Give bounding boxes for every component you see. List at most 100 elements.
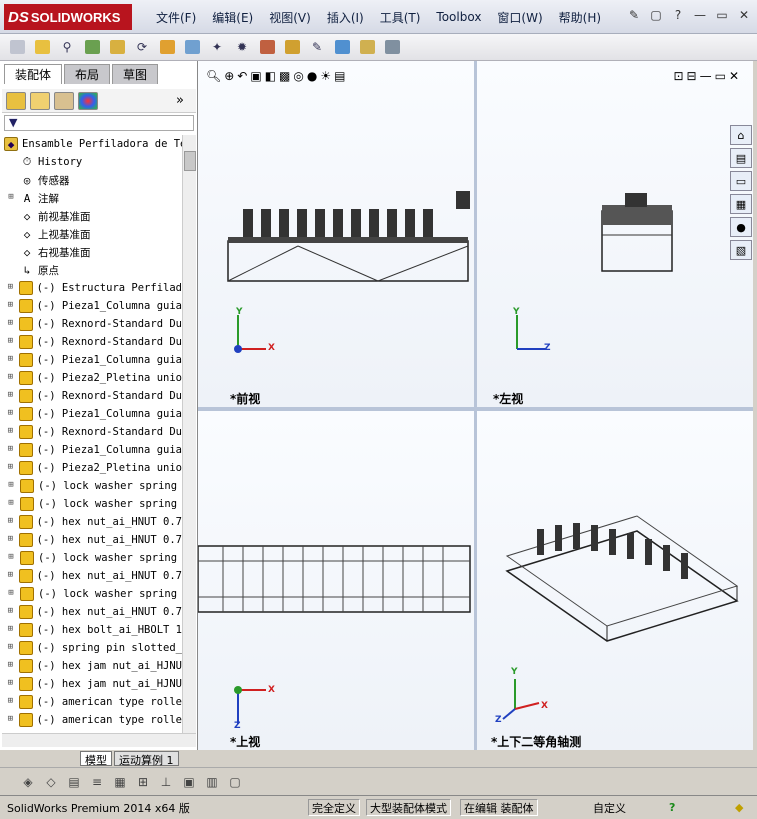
zoom-to-fit-icon[interactable]: 🔍︎	[206, 69, 221, 83]
tree-filter[interactable]: ▼	[4, 115, 194, 131]
expand-toggle[interactable]: ⊞	[6, 697, 15, 707]
tree-item[interactable]: ◎ 传感器	[0, 171, 182, 189]
custom-properties-icon[interactable]: ▧	[730, 240, 752, 260]
menu-help[interactable]: 帮助(H)	[551, 9, 609, 26]
file-explorer-icon[interactable]: ▭	[730, 171, 752, 191]
tab-model[interactable]: 模型	[80, 751, 112, 767]
table-icon[interactable]: ▥	[202, 772, 222, 792]
menu-file[interactable]: 文件(F)	[148, 9, 204, 26]
rebuild-icon[interactable]: ◆	[732, 799, 746, 816]
expand-toggle[interactable]: ⊞	[6, 319, 15, 329]
save-icon[interactable]: ▢	[225, 772, 245, 792]
linear-pattern-icon[interactable]	[81, 37, 103, 57]
tree-item[interactable]: ⊞ (-) hex jam nut_ai_HJNU	[0, 675, 182, 693]
home-icon[interactable]: ⌂	[730, 125, 752, 145]
bill-of-materials-icon[interactable]	[256, 37, 278, 57]
expand-toggle[interactable]: ⊞	[6, 607, 15, 617]
menu-window[interactable]: 窗口(W)	[489, 9, 550, 26]
menu-view[interactable]: 视图(V)	[261, 9, 319, 26]
tree-item[interactable]: ⊞ (-) lock washer spring	[0, 585, 182, 603]
shaded-icon[interactable]: ◈	[18, 772, 38, 792]
new-motion-study-icon[interactable]: ✹	[231, 37, 253, 57]
grid-icon[interactable]: ▦	[110, 772, 130, 792]
tree-item[interactable]: ⊞ (-) hex nut_ai_HNUT 0.7	[0, 603, 182, 621]
explode-line-sketch-icon[interactable]: ✎	[306, 37, 328, 57]
interference-detection-icon[interactable]	[331, 37, 353, 57]
tab-assembly[interactable]: 装配体	[4, 64, 63, 84]
cube-icon[interactable]: ▣	[179, 772, 199, 792]
expand-toggle[interactable]: ⊞	[6, 445, 15, 455]
new-document-icon[interactable]: ▢	[647, 6, 665, 24]
expand-toggle[interactable]: ⊞	[6, 355, 15, 365]
expand-toggle[interactable]: ⊞	[6, 301, 15, 311]
expand-toggle[interactable]: ⊞	[6, 517, 15, 527]
tree-horizontal-scrollbar[interactable]	[2, 733, 196, 747]
assembly-features-icon[interactable]	[181, 37, 203, 57]
tree-item[interactable]: ⊞ (-) spring pin slotted_	[0, 639, 182, 657]
tree-item[interactable]: ⊞ (-) Rexnord-Standard Du	[0, 315, 182, 333]
tree-item[interactable]: ⊞ (-) Estructura Perfilad	[0, 279, 182, 297]
exploded-view-icon[interactable]	[281, 37, 303, 57]
tree-item[interactable]: ↳ 原点	[0, 261, 182, 279]
pin-icon[interactable]: ✎	[625, 6, 643, 24]
display-style-icon[interactable]: ▩	[279, 69, 290, 83]
move-component-icon[interactable]: ⟳	[131, 37, 153, 57]
scrollbar-thumb[interactable]	[184, 151, 196, 171]
edit-component-icon[interactable]	[6, 37, 28, 57]
feature-tree-icon[interactable]	[6, 91, 26, 110]
insert-component-icon[interactable]	[31, 37, 53, 57]
section-view-icon[interactable]: ▣	[250, 69, 261, 83]
view-orientation-icon[interactable]: ◧	[265, 69, 276, 83]
expand-toggle[interactable]: ⊞	[6, 661, 15, 671]
pane-minimize-icon[interactable]: —	[700, 69, 712, 83]
pane-link-icon[interactable]: ⊡	[673, 69, 683, 83]
hide-show-icon[interactable]: ◎	[293, 69, 303, 83]
tree-root[interactable]: ◆ Ensamble Perfiladora de Te	[0, 135, 182, 153]
design-library-icon[interactable]: ▤	[730, 148, 752, 168]
solidworks-logo[interactable]: DS SOLIDWORKS	[4, 4, 132, 30]
tree-item[interactable]: ⊞ (-) hex jam nut_ai_HJNU	[0, 657, 182, 675]
tree-item[interactable]: ⊞ (-) lock washer spring	[0, 495, 182, 513]
tree-item[interactable]: ⊞ (-) Pieza2_Pletina unio	[0, 369, 182, 387]
tree-item[interactable]: ⊞ (-) Pieza1_Columna guia	[0, 441, 182, 459]
tab-sketch[interactable]: 草图	[112, 64, 159, 84]
view-settings-icon[interactable]: ▤	[334, 69, 345, 83]
menu-edit[interactable]: 编辑(E)	[204, 9, 261, 26]
isometric-view-pane[interactable]: Y X Z *上下二等角轴测	[477, 411, 753, 750]
tree-item[interactable]: ⊞ (-) Pieza1_Columna guia	[0, 297, 182, 315]
top-view-pane[interactable]: X Z *上视	[198, 411, 474, 750]
tree-item[interactable]: ◇ 右视基准面	[0, 243, 182, 261]
help-icon[interactable]: ?	[669, 6, 687, 24]
view-palette-icon[interactable]: ▦	[730, 194, 752, 214]
left-view-pane[interactable]: ⊡ ⊟ — ▭ ✕ Y Z *左视	[477, 61, 753, 407]
tree-item[interactable]: ⊞ (-) hex nut_ai_HNUT 0.7	[0, 531, 182, 549]
tab-motion-study[interactable]: 运动算例 1	[114, 751, 179, 767]
graphics-area[interactable]: 🔍︎ ⊕ ↶ ▣ ◧ ▩ ◎ ● ☀ ▤ Y X *前视 ⊡ ⊟ — ▭ ✕ Y…	[198, 61, 753, 750]
restore-button[interactable]: ▭	[713, 6, 731, 24]
clearance-verification-icon[interactable]	[356, 37, 378, 57]
appearances-icon[interactable]: ●	[730, 217, 752, 237]
previous-view-icon[interactable]: ↶	[237, 69, 247, 83]
wireframe-icon[interactable]: ◇	[41, 772, 61, 792]
vertical-splitter[interactable]	[474, 61, 477, 750]
tree-vertical-scrollbar[interactable]	[182, 135, 196, 735]
expand-toggle[interactable]: ⊞	[6, 373, 15, 383]
zoom-area-icon[interactable]: ⊕	[224, 69, 234, 83]
status-large-assembly[interactable]: 大型装配体模式	[366, 799, 451, 816]
tree-item[interactable]: ⊞ A 注解	[0, 189, 182, 207]
tree-item[interactable]: ◇ 上视基准面	[0, 225, 182, 243]
status-units[interactable]: 自定义	[590, 799, 629, 816]
expand-toggle[interactable]: ⊞	[6, 193, 16, 203]
instant3d-icon[interactable]	[381, 37, 403, 57]
pane-restore-icon[interactable]: ▭	[715, 69, 726, 83]
tree-item[interactable]: ⊞ (-) Rexnord-Standard Du	[0, 333, 182, 351]
tree-item[interactable]: ⊞ (-) Pieza1_Columna guia	[0, 351, 182, 369]
mate-icon[interactable]: ⚲	[56, 37, 78, 57]
configuration-manager-icon[interactable]	[54, 91, 74, 110]
split-icon[interactable]: ⊞	[133, 772, 153, 792]
show-hidden-icon[interactable]	[156, 37, 178, 57]
tree-item[interactable]: ⊞ (-) lock washer spring	[0, 549, 182, 567]
property-manager-icon[interactable]	[30, 91, 50, 110]
expand-toggle[interactable]: ⊞	[6, 571, 15, 581]
appearance-icon[interactable]: ●	[307, 69, 317, 83]
